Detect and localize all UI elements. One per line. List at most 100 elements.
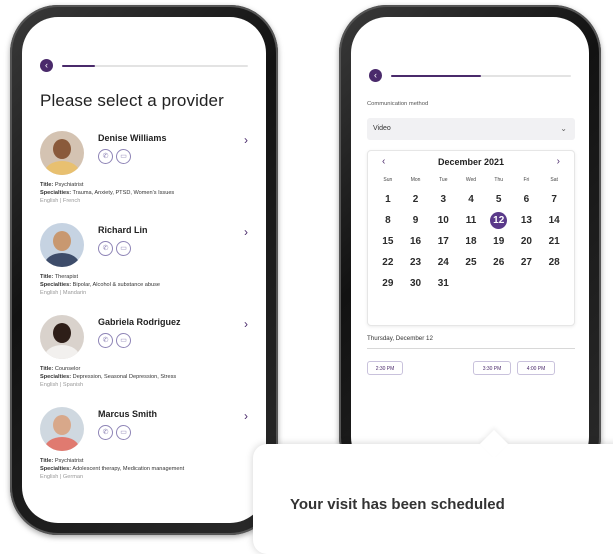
provider-screen: ‹ Please select a provider Denise Willia… <box>22 17 266 523</box>
weekday-label: Sat <box>550 177 558 183</box>
phone-right: ‹ Communication method Video ⌄ ‹ Decembe… <box>339 5 601 485</box>
calendar-empty-cell <box>540 275 568 292</box>
avatar <box>40 407 84 451</box>
calendar-day[interactable]: 17 <box>429 233 457 250</box>
communication-value: Video <box>373 125 391 132</box>
calendar-day[interactable]: 24 <box>429 254 457 271</box>
provider-details: Title: Psychiatrist Specialties: Adolesc… <box>40 457 184 481</box>
calendar-day[interactable]: 2 <box>402 191 430 208</box>
calendar-day[interactable]: 1 <box>374 191 402 208</box>
contact-icons: ✆ ▭ <box>98 425 134 443</box>
weekday-label: Thu <box>494 177 504 183</box>
chevron-right-icon[interactable]: › <box>244 225 248 239</box>
communication-select[interactable]: Video ⌄ <box>367 118 575 140</box>
calendar-day[interactable]: 30 <box>402 275 430 292</box>
calendar-day[interactable]: 22 <box>374 254 402 271</box>
phone-icon: ✆ <box>98 241 113 256</box>
provider-card[interactable]: Marcus Smith › ✆ ▭ Title: Psychiatrist Sp… <box>40 407 266 499</box>
phone-icon: ✆ <box>98 333 113 348</box>
contact-icons: ✆ ▭ <box>98 241 134 259</box>
calendar-day[interactable]: 26 <box>485 254 513 271</box>
provider-languages: English | French <box>40 198 81 204</box>
weekday-label: Tue <box>439 177 448 183</box>
calendar-day[interactable]: 25 <box>457 254 485 271</box>
provider-card[interactable]: Denise Williams › ✆ ▭ Title: Psychiatrist… <box>40 131 266 223</box>
calendar-day[interactable]: 19 <box>485 233 513 250</box>
provider-name: Denise Williams <box>98 133 167 143</box>
calendar-day[interactable]: 15 <box>374 233 402 250</box>
calendar-day[interactable]: 29 <box>374 275 402 292</box>
calendar-day[interactable]: 18 <box>457 233 485 250</box>
calendar-day[interactable]: 14 <box>540 212 568 229</box>
provider-languages: English | German <box>40 474 84 480</box>
chevron-right-icon[interactable]: › <box>244 317 248 331</box>
calendar-day[interactable]: 23 <box>402 254 430 271</box>
specialties-label: Specialties: <box>40 190 72 196</box>
video-icon: ▭ <box>116 149 131 164</box>
progress-track <box>391 75 571 77</box>
provider-name: Marcus Smith <box>98 409 158 419</box>
calendar-day[interactable]: 27 <box>513 254 541 271</box>
calendar-day[interactable]: 3 <box>429 191 457 208</box>
calendar-day[interactable]: 21 <box>540 233 568 250</box>
provider-specialties: Trauma, Anxiety, PTSD, Women's Issues <box>72 190 175 196</box>
provider-card[interactable]: Gabriela Rodriguez › ✆ ▭ Title: Counselor… <box>40 315 266 407</box>
calendar-day[interactable]: 4 <box>457 191 485 208</box>
time-slot-button[interactable]: 4:00 PM <box>517 361 555 375</box>
calendar-day[interactable]: 20 <box>513 233 541 250</box>
calendar-day[interactable]: 13 <box>513 212 541 229</box>
weekday-label: Sun <box>383 177 393 183</box>
video-icon: ▭ <box>116 333 131 348</box>
calendar-day[interactable]: 12 <box>485 212 513 229</box>
schedule-screen: ‹ Communication method Video ⌄ ‹ Decembe… <box>351 17 589 473</box>
chevron-right-icon[interactable]: › <box>244 409 248 423</box>
calendar-day[interactable]: 28 <box>540 254 568 271</box>
calendar-day[interactable]: 9 <box>402 212 430 229</box>
chevron-right-icon[interactable]: › <box>244 133 248 147</box>
provider-title: Psychiatrist <box>54 182 84 188</box>
calendar-empty-cell <box>457 275 485 292</box>
phone-icon: ✆ <box>98 425 113 440</box>
provider-card[interactable]: Richard Lin › ✆ ▭ Title: Therapist Specia… <box>40 223 266 315</box>
chevron-left-icon: ‹ <box>45 60 48 70</box>
divider <box>367 348 575 349</box>
calendar-day[interactable]: 6 <box>513 191 541 208</box>
provider-title: Counselor <box>54 366 81 372</box>
provider-details: Title: Psychiatrist Specialties: Trauma,… <box>40 181 174 205</box>
calendar: ‹ December 2021 › Sun Mon Tue Wed Thu Fri Sat 1… <box>367 150 575 326</box>
weekday-label: Fri <box>523 177 530 183</box>
avatar <box>40 315 84 359</box>
calendar-day[interactable]: 5 <box>485 191 513 208</box>
confirmation-message: Your visit has been scheduled <box>290 496 505 513</box>
calendar-day[interactable]: 11 <box>457 212 485 229</box>
provider-details: Title: Counselor Specialties: Depression… <box>40 365 176 389</box>
back-button[interactable]: ‹ <box>40 59 53 72</box>
provider-specialties: Adolescent therapy, Medication managemen… <box>72 466 185 472</box>
calendar-day[interactable]: 31 <box>429 275 457 292</box>
provider-title: Therapist <box>54 274 79 280</box>
provider-title: Psychiatrist <box>54 458 84 464</box>
progress-fill <box>62 65 96 67</box>
weekday-label: Wed <box>465 177 477 183</box>
title-label: Title: <box>40 274 54 280</box>
specialties-label: Specialties: <box>40 282 72 288</box>
calendar-day[interactable]: 10 <box>429 212 457 229</box>
next-month-icon[interactable]: › <box>557 156 560 167</box>
time-slot-button[interactable]: 3:30 PM <box>473 361 511 375</box>
phone-icon: ✆ <box>98 149 113 164</box>
chevron-left-icon: ‹ <box>374 70 377 80</box>
contact-icons: ✆ ▭ <box>98 149 134 167</box>
title-label: Title: <box>40 182 54 188</box>
header: ‹ <box>369 69 571 83</box>
calendar-day[interactable]: 16 <box>402 233 430 250</box>
progress-track <box>62 65 248 67</box>
weekday-label: Mon <box>410 177 421 183</box>
avatar <box>40 131 84 175</box>
calendar-day[interactable]: 8 <box>374 212 402 229</box>
back-button[interactable]: ‹ <box>369 69 382 82</box>
time-slot-button[interactable]: 2:30 PM <box>367 361 403 375</box>
provider-languages: English | Spanish <box>40 382 84 388</box>
calendar-day[interactable]: 7 <box>540 191 568 208</box>
title-label: Title: <box>40 458 54 464</box>
specialties-label: Specialties: <box>40 466 72 472</box>
